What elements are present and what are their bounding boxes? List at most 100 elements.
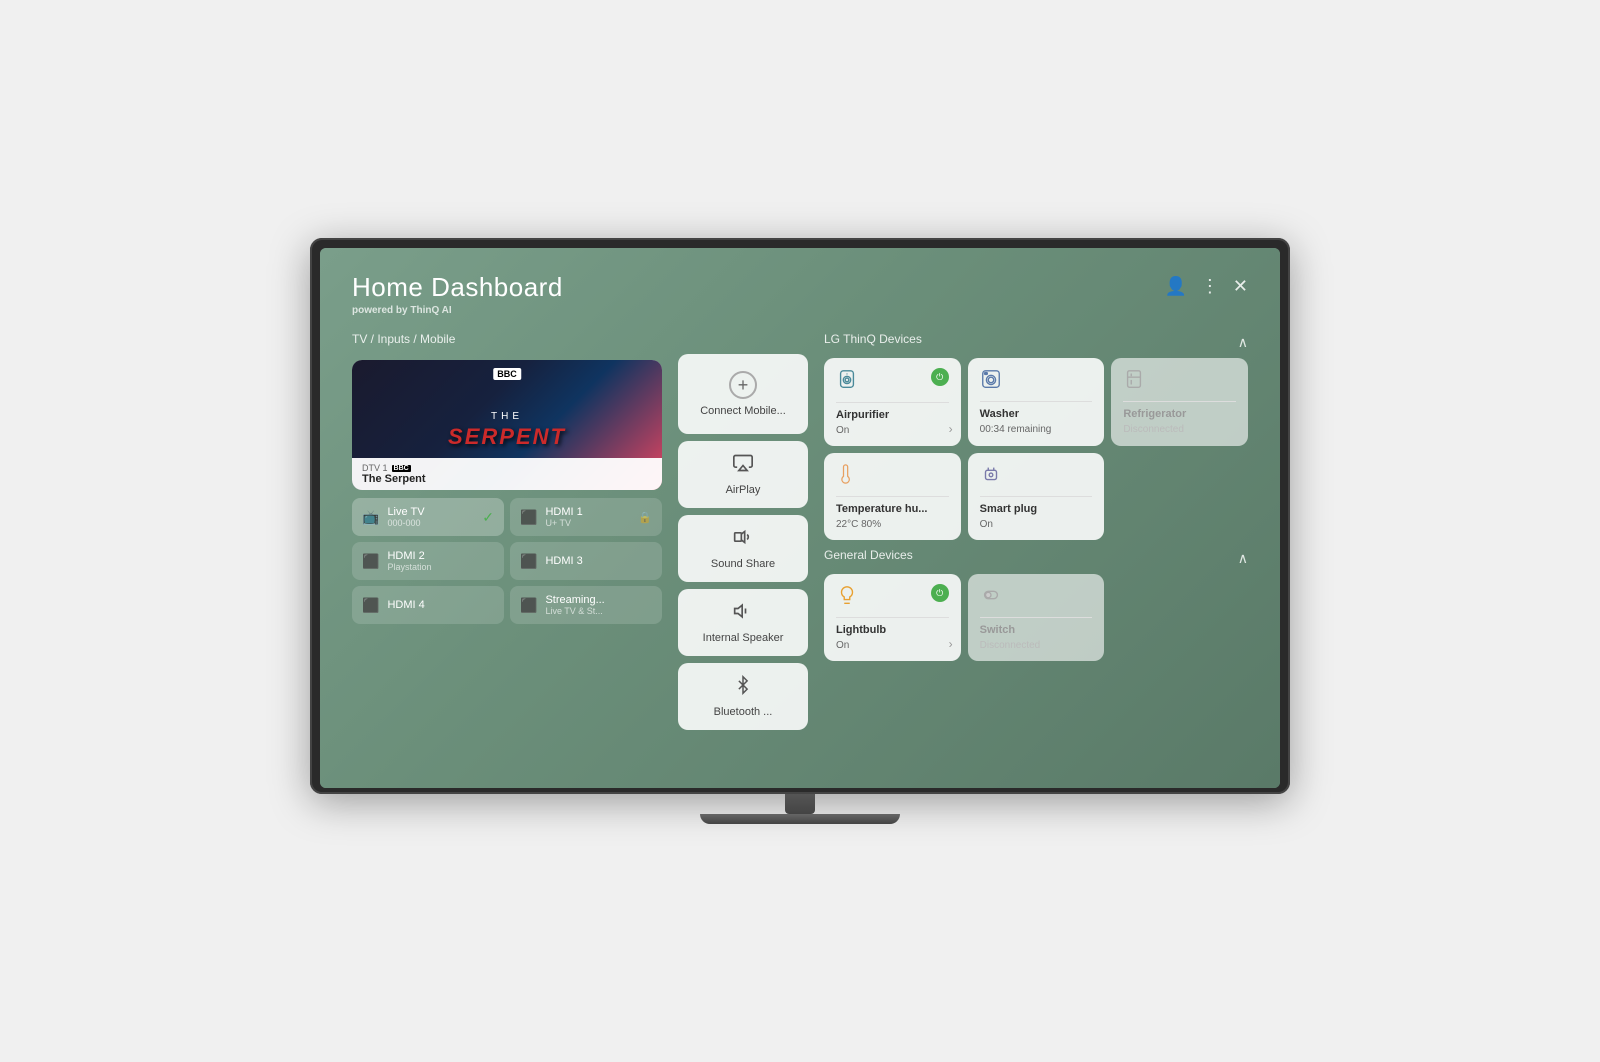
stand-neck — [785, 794, 815, 814]
hdmi2-icon: ⬛ — [362, 553, 379, 570]
input-hdmi3[interactable]: ⬛ HDMI 3 — [510, 542, 662, 580]
device-lightbulb[interactable]: ⏻ Lightbulb On › — [824, 574, 961, 661]
header-actions: 👤 ⋮ ✕ — [1164, 276, 1248, 297]
device-temperature-header — [836, 463, 949, 490]
hdmi1-lock: 🔒 — [638, 511, 652, 524]
tv-channel: DTV 1 BBC — [362, 463, 652, 473]
airpurifier-name: Airpurifier — [836, 409, 949, 421]
temperature-status: 22°C 80% — [836, 519, 949, 530]
lightbulb-chevron[interactable]: › — [949, 637, 953, 651]
general-section-label: General Devices — [824, 548, 913, 562]
tv-screen: Home Dashboard powered by ThinQ AI 👤 ⋮ ✕ — [320, 248, 1280, 788]
general-chevron-up[interactable]: ∧ — [1238, 550, 1248, 567]
device-divider — [980, 401, 1093, 402]
general-section-header: General Devices ∧ — [824, 548, 1248, 568]
switch-name: Switch — [980, 624, 1093, 636]
sound-share-label: Sound Share — [711, 558, 775, 570]
input-grid: 📺 Live TV 000-000 ✓ ⬛ HDMI 1 — [352, 498, 662, 624]
washer-icon — [980, 368, 1002, 395]
input-hdmi2[interactable]: ⬛ HDMI 2 Playstation — [352, 542, 504, 580]
smartplug-icon — [980, 463, 1002, 490]
page-title: Home Dashboard — [352, 272, 563, 303]
tv-card[interactable]: BBC THE SERPENT DTV 1 BBC — [352, 360, 662, 490]
device-divider — [980, 496, 1093, 497]
washer-power — [1074, 368, 1092, 386]
refrigerator-status: Disconnected — [1123, 424, 1236, 435]
hdmi3-icon: ⬛ — [520, 553, 537, 570]
input-streaming[interactable]: ⬛ Streaming... Live TV & St... — [510, 586, 662, 624]
device-refrigerator-header — [1123, 368, 1236, 395]
thinq-chevron-up[interactable]: ∧ — [1238, 334, 1248, 351]
general-devices-section: General Devices ∧ — [824, 548, 1248, 661]
bluetooth-icon — [734, 675, 752, 700]
thinq-section-header: LG ThinQ Devices ∧ — [824, 332, 1248, 352]
switch-icon — [980, 584, 1002, 611]
device-switch[interactable]: Switch Disconnected — [968, 574, 1105, 661]
show-the: THE — [448, 411, 566, 422]
menu-icon[interactable]: ⋮ — [1201, 276, 1219, 297]
middle-panel: + Connect Mobile... AirPlay — [678, 354, 808, 768]
lightbulb-status: On — [836, 640, 949, 651]
live-tv-check: ✓ — [482, 509, 494, 526]
bluetooth-button[interactable]: Bluetooth ... — [678, 663, 808, 730]
close-icon[interactable]: ✕ — [1233, 276, 1248, 297]
device-airpurifier[interactable]: ⏻ Airpurifier On › — [824, 358, 961, 446]
tv-stand — [310, 794, 1290, 824]
device-lightbulb-header: ⏻ — [836, 584, 949, 611]
dashboard: Home Dashboard powered by ThinQ AI 👤 ⋮ ✕ — [320, 248, 1280, 788]
device-switch-header — [980, 584, 1093, 611]
thinq-devices-grid: ⏻ Airpurifier On › — [824, 358, 1248, 540]
hdmi1-icon: ⬛ — [520, 509, 537, 526]
tv-unit: Home Dashboard powered by ThinQ AI 👤 ⋮ ✕ — [310, 238, 1290, 824]
hdmi4-text: HDMI 4 — [387, 599, 424, 611]
show-title: SERPENT — [448, 424, 566, 450]
device-airpurifier-header: ⏻ — [836, 368, 949, 396]
content-area: TV / Inputs / Mobile BBC THE SERPENT — [352, 332, 1248, 768]
thinq-section-label: LG ThinQ Devices — [824, 332, 922, 346]
device-washer-header — [980, 368, 1093, 395]
streaming-icon: ⬛ — [520, 597, 537, 614]
device-divider — [836, 617, 949, 618]
hdmi4-icon: ⬛ — [362, 597, 379, 614]
bbc-badge: BBC — [493, 368, 521, 380]
streaming-text: Streaming... Live TV & St... — [545, 594, 604, 616]
input-live-tv[interactable]: 📺 Live TV 000-000 ✓ — [352, 498, 504, 536]
stand-base — [700, 814, 900, 824]
airpurifier-icon — [836, 368, 858, 396]
input-hdmi1[interactable]: ⬛ HDMI 1 U+ TV 🔒 — [510, 498, 662, 536]
hdmi2-text: HDMI 2 Playstation — [387, 550, 431, 572]
connect-plus-icon: + — [729, 371, 757, 399]
device-refrigerator[interactable]: Refrigerator Disconnected — [1111, 358, 1248, 446]
internal-speaker-button[interactable]: Internal Speaker — [678, 589, 808, 656]
airpurifier-chevron[interactable]: › — [949, 422, 953, 436]
tv-card-info: DTV 1 BBC The Serpent — [352, 458, 662, 490]
temperature-name: Temperature hu... — [836, 503, 949, 515]
user-icon[interactable]: 👤 — [1164, 276, 1186, 297]
device-divider — [980, 617, 1093, 618]
airplay-button[interactable]: AirPlay — [678, 441, 808, 508]
lightbulb-icon — [836, 584, 858, 611]
temperature-icon — [836, 463, 856, 490]
connect-mobile-label: Connect Mobile... — [700, 405, 786, 417]
connect-mobile-button[interactable]: + Connect Mobile... — [678, 354, 808, 434]
washer-name: Washer — [980, 408, 1093, 420]
airplay-label: AirPlay — [726, 484, 761, 496]
washer-status: 00:34 remaining — [980, 424, 1093, 435]
input-hdmi4[interactable]: ⬛ HDMI 4 — [352, 586, 504, 624]
left-panel: TV / Inputs / Mobile BBC THE SERPENT — [352, 332, 662, 768]
switch-status: Disconnected — [980, 640, 1093, 651]
lightbulb-power-on[interactable]: ⏻ — [931, 584, 949, 602]
internal-speaker-label: Internal Speaker — [703, 632, 784, 644]
lightbulb-name: Lightbulb — [836, 624, 949, 636]
device-divider — [836, 402, 949, 403]
right-panel: LG ThinQ Devices ∧ — [824, 332, 1248, 768]
general-devices-grid: ⏻ Lightbulb On › — [824, 574, 1248, 661]
sound-share-button[interactable]: Sound Share — [678, 515, 808, 582]
sound-share-icon — [733, 527, 753, 552]
device-temperature[interactable]: Temperature hu... 22°C 80% — [824, 453, 961, 540]
device-smartplug[interactable]: Smart plug On — [968, 453, 1105, 540]
device-washer[interactable]: Washer 00:34 remaining — [968, 358, 1105, 446]
airpurifier-power-on[interactable]: ⏻ — [931, 368, 949, 386]
device-divider — [836, 496, 949, 497]
device-smartplug-header — [980, 463, 1093, 490]
